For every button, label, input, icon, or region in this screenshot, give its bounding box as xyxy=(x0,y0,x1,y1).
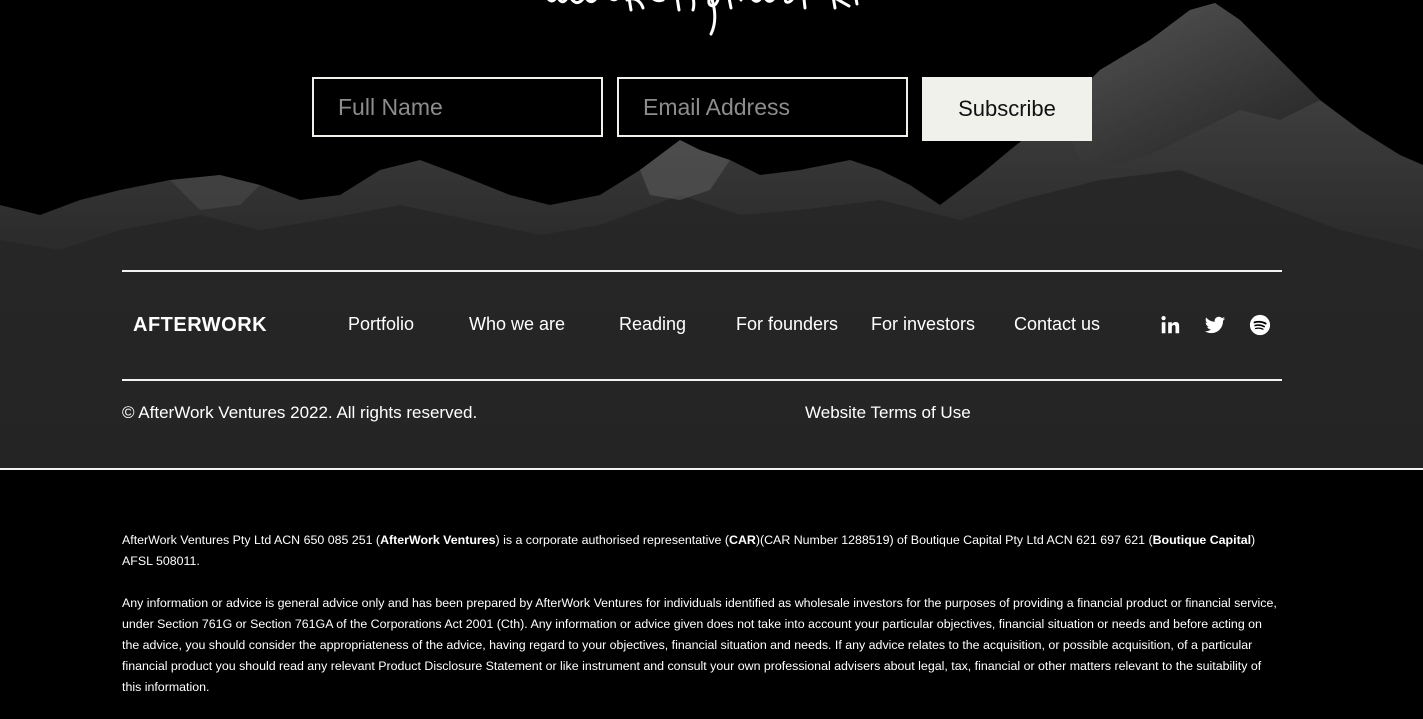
nav-link-for-investors[interactable]: For investors xyxy=(871,314,975,335)
legal-paragraph-general-advice: Any information or advice is general adv… xyxy=(122,596,1277,694)
copyright-text: © AfterWork Ventures 2022. All rights re… xyxy=(122,403,478,422)
email-input[interactable] xyxy=(643,93,906,121)
email-field[interactable] xyxy=(617,77,908,137)
nav-link-who-we-are[interactable]: Who we are xyxy=(469,314,565,335)
spotify-icon[interactable] xyxy=(1249,314,1271,336)
nav-link-reading[interactable]: Reading xyxy=(619,314,686,335)
footer-bottom-divider xyxy=(0,468,1423,470)
legal-disclaimer: AfterWork Ventures Pty Ltd ACN 650 085 2… xyxy=(122,530,1282,719)
afterwork-logo[interactable]: AFTERWORK xyxy=(133,314,267,337)
mountain-background xyxy=(0,3,1423,470)
script-heading xyxy=(535,0,875,40)
footer-middle-divider xyxy=(122,379,1282,381)
nav-link-contact-us[interactable]: Contact us xyxy=(1014,314,1100,335)
nav-link-portfolio[interactable]: Portfolio xyxy=(348,314,414,335)
terms-of-use-link[interactable]: Website Terms of Use xyxy=(805,403,971,423)
full-name-field[interactable] xyxy=(312,77,603,137)
subscribe-button[interactable]: Subscribe xyxy=(922,77,1092,141)
legal-paragraph-car: AfterWork Ventures Pty Ltd ACN 650 085 2… xyxy=(122,533,1256,568)
footer-top-divider xyxy=(122,270,1282,272)
twitter-icon[interactable] xyxy=(1204,314,1226,336)
full-name-input[interactable] xyxy=(338,93,601,121)
nav-link-for-founders[interactable]: For founders xyxy=(736,314,838,335)
linkedin-icon[interactable] xyxy=(1159,314,1181,336)
